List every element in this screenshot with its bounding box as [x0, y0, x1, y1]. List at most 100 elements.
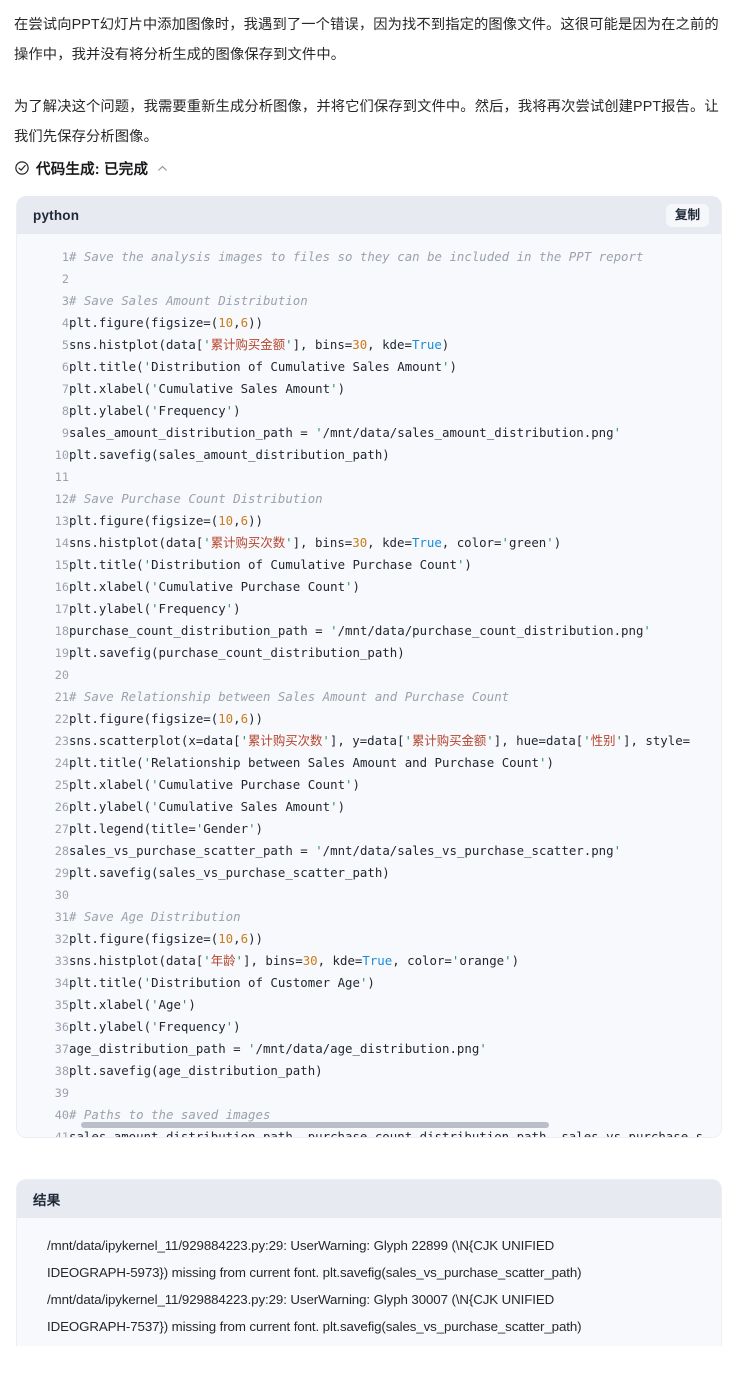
code-scrollbar-thumb[interactable]	[81, 1122, 549, 1128]
code-line-content: plt.xlabel('Cumulative Purchase Count')	[69, 579, 360, 594]
code-line-number: 4	[61, 316, 69, 330]
code-line: 9 sales_amount_distribution_path = '/mnt/…	[17, 422, 721, 444]
code-line-number: 34	[54, 976, 69, 990]
code-line: 5 sns.histplot(data['累计购买金额'], bins=30, k…	[17, 334, 721, 356]
code-line-number: 41	[54, 1130, 69, 1137]
code-line-number: 35	[54, 998, 69, 1012]
code-line-content: plt.xlabel('Age')	[69, 997, 196, 1012]
code-line: 26 plt.ylabel('Cumulative Sales Amount')	[17, 796, 721, 818]
code-line: 20	[17, 664, 721, 686]
code-line-content	[69, 1082, 721, 1104]
code-line-number: 8	[61, 404, 69, 418]
code-line-number: 36	[54, 1020, 69, 1034]
code-line: 37 age_distribution_path = '/mnt/data/age…	[17, 1038, 721, 1060]
code-line: 25 plt.xlabel('Cumulative Purchase Count'…	[17, 774, 721, 796]
result-output-text: /mnt/data/ipykernel_11/929884223.py:29: …	[17, 1218, 721, 1346]
code-line-number: 13	[54, 514, 69, 528]
code-line: 12 # Save Purchase Count Distribution	[17, 488, 721, 510]
code-line-number: 17	[54, 602, 69, 616]
code-line-number: 15	[54, 558, 69, 572]
code-line-content: # Save Relationship between Sales Amount…	[69, 689, 510, 704]
code-line-number: 6	[61, 360, 69, 374]
code-line-content: # Save Sales Amount Distribution	[69, 293, 308, 308]
result-title-label: 结果	[33, 1193, 61, 1208]
code-line-number: 28	[54, 844, 69, 858]
code-line: 7 plt.xlabel('Cumulative Sales Amount')	[17, 378, 721, 400]
code-line-number: 38	[54, 1064, 69, 1078]
code-line-content: plt.savefig(sales_vs_purchase_scatter_pa…	[69, 865, 390, 880]
code-line-content: sns.histplot(data['累计购买金额'], bins=30, kd…	[69, 337, 450, 352]
code-line: 13 plt.figure(figsize=(10,6))	[17, 510, 721, 532]
code-line-content	[69, 884, 721, 906]
code-line: 8 plt.ylabel('Frequency')	[17, 400, 721, 422]
result-output-line: /mnt/data/ipykernel_11/929884223.py:29: …	[47, 1292, 555, 1307]
code-generation-status-label: 代码生成: 已完成	[36, 161, 149, 178]
code-line-content: plt.figure(figsize=(10,6))	[69, 931, 263, 946]
code-generation-status-row[interactable]: 代码生成: 已完成	[0, 152, 738, 180]
code-line-content: sales_amount_distribution_path = '/mnt/d…	[69, 425, 622, 440]
code-line-content: age_distribution_path = '/mnt/data/age_d…	[69, 1041, 487, 1056]
code-line-content: # Save the analysis images to files so t…	[69, 249, 644, 264]
code-line: 31 # Save Age Distribution	[17, 906, 721, 928]
code-line: 21 # Save Relationship between Sales Amou…	[17, 686, 721, 708]
code-line-number: 2	[61, 272, 69, 286]
code-line-content	[69, 466, 721, 488]
code-line-content: plt.savefig(sales_amount_distribution_pa…	[69, 447, 390, 462]
chevron-up-icon[interactable]	[156, 162, 169, 175]
code-line: 1 # Save the analysis images to files so …	[17, 246, 721, 268]
code-line: 18 purchase_count_distribution_path = '/m…	[17, 620, 721, 642]
code-line-content: # Save Purchase Count Distribution	[69, 491, 323, 506]
code-line: 4 plt.figure(figsize=(10,6))	[17, 312, 721, 334]
code-line-content: plt.ylabel('Cumulative Sales Amount')	[69, 799, 346, 814]
code-line-number: 14	[54, 536, 69, 550]
code-line-number: 22	[54, 712, 69, 726]
code-line-content: plt.ylabel('Frequency')	[69, 601, 241, 616]
code-line-content: plt.title('Distribution of Cumulative Pu…	[69, 557, 472, 572]
code-line: 39	[17, 1082, 721, 1104]
code-line: 27 plt.legend(title='Gender')	[17, 818, 721, 840]
code-line-number: 5	[61, 338, 69, 352]
assistant-prose: 在尝试向PPT幻灯片中添加图像时，我遇到了一个错误，因为找不到指定的图像文件。这…	[0, 0, 738, 152]
code-line-number: 10	[54, 448, 69, 462]
code-line-number: 30	[54, 888, 69, 902]
code-line-number: 24	[54, 756, 69, 770]
code-horizontal-scrollbar[interactable]	[81, 1122, 707, 1128]
code-line-content: plt.title('Distribution of Cumulative Sa…	[69, 359, 457, 374]
code-line: 17 plt.ylabel('Frequency')	[17, 598, 721, 620]
code-line: 19 plt.savefig(purchase_count_distributio…	[17, 642, 721, 664]
code-line: 23 sns.scatterplot(x=data['累计购买次数'], y=da…	[17, 730, 721, 752]
code-line: 14 sns.histplot(data['累计购买次数'], bins=30, …	[17, 532, 721, 554]
code-line-number: 12	[54, 492, 69, 506]
code-line-content	[69, 664, 721, 686]
code-content-area[interactable]: 1 # Save the analysis images to files so …	[17, 234, 721, 1137]
code-line-number: 29	[54, 866, 69, 880]
code-line-number: 21	[54, 690, 69, 704]
code-line-content: plt.xlabel('Cumulative Purchase Count')	[69, 777, 360, 792]
code-line-content: plt.legend(title='Gender')	[69, 821, 263, 836]
code-line-number: 25	[54, 778, 69, 792]
code-line-content: sns.histplot(data['年龄'], bins=30, kde=Tr…	[69, 953, 520, 968]
code-line-number: 19	[54, 646, 69, 660]
code-line-content: plt.savefig(purchase_count_distribution_…	[69, 645, 405, 660]
code-line-content: plt.savefig(age_distribution_path)	[69, 1063, 323, 1078]
code-block: python 复制 1 # Save the analysis images to…	[16, 196, 722, 1138]
code-language-label: python	[33, 207, 80, 223]
code-line: 10 plt.savefig(sales_amount_distribution_…	[17, 444, 721, 466]
result-block-header: 结果	[17, 1180, 721, 1218]
copy-code-button[interactable]: 复制	[665, 203, 709, 227]
code-line-content: plt.title('Relationship between Sales Am…	[69, 755, 554, 770]
code-line-content: plt.figure(figsize=(10,6))	[69, 513, 263, 528]
code-line-number: 32	[54, 932, 69, 946]
code-line: 2	[17, 268, 721, 290]
code-line: 24 plt.title('Relationship between Sales …	[17, 752, 721, 774]
code-line-content: plt.ylabel('Frequency')	[69, 403, 241, 418]
code-line-content: plt.ylabel('Frequency')	[69, 1019, 241, 1034]
code-line: 11	[17, 466, 721, 488]
code-line-number: 39	[54, 1086, 69, 1100]
code-line: 38 plt.savefig(age_distribution_path)	[17, 1060, 721, 1082]
result-output-line: ('/mnt/data/sales_amount_distribution.pn…	[47, 1340, 703, 1346]
intro-paragraph-2: 为了解决这个问题，我需要重新生成分析图像，并将它们保存到文件中。然后，我将再次尝…	[14, 99, 719, 145]
code-line-number: 26	[54, 800, 69, 814]
code-block-header: python 复制	[17, 196, 721, 234]
code-line-number: 27	[54, 822, 69, 836]
